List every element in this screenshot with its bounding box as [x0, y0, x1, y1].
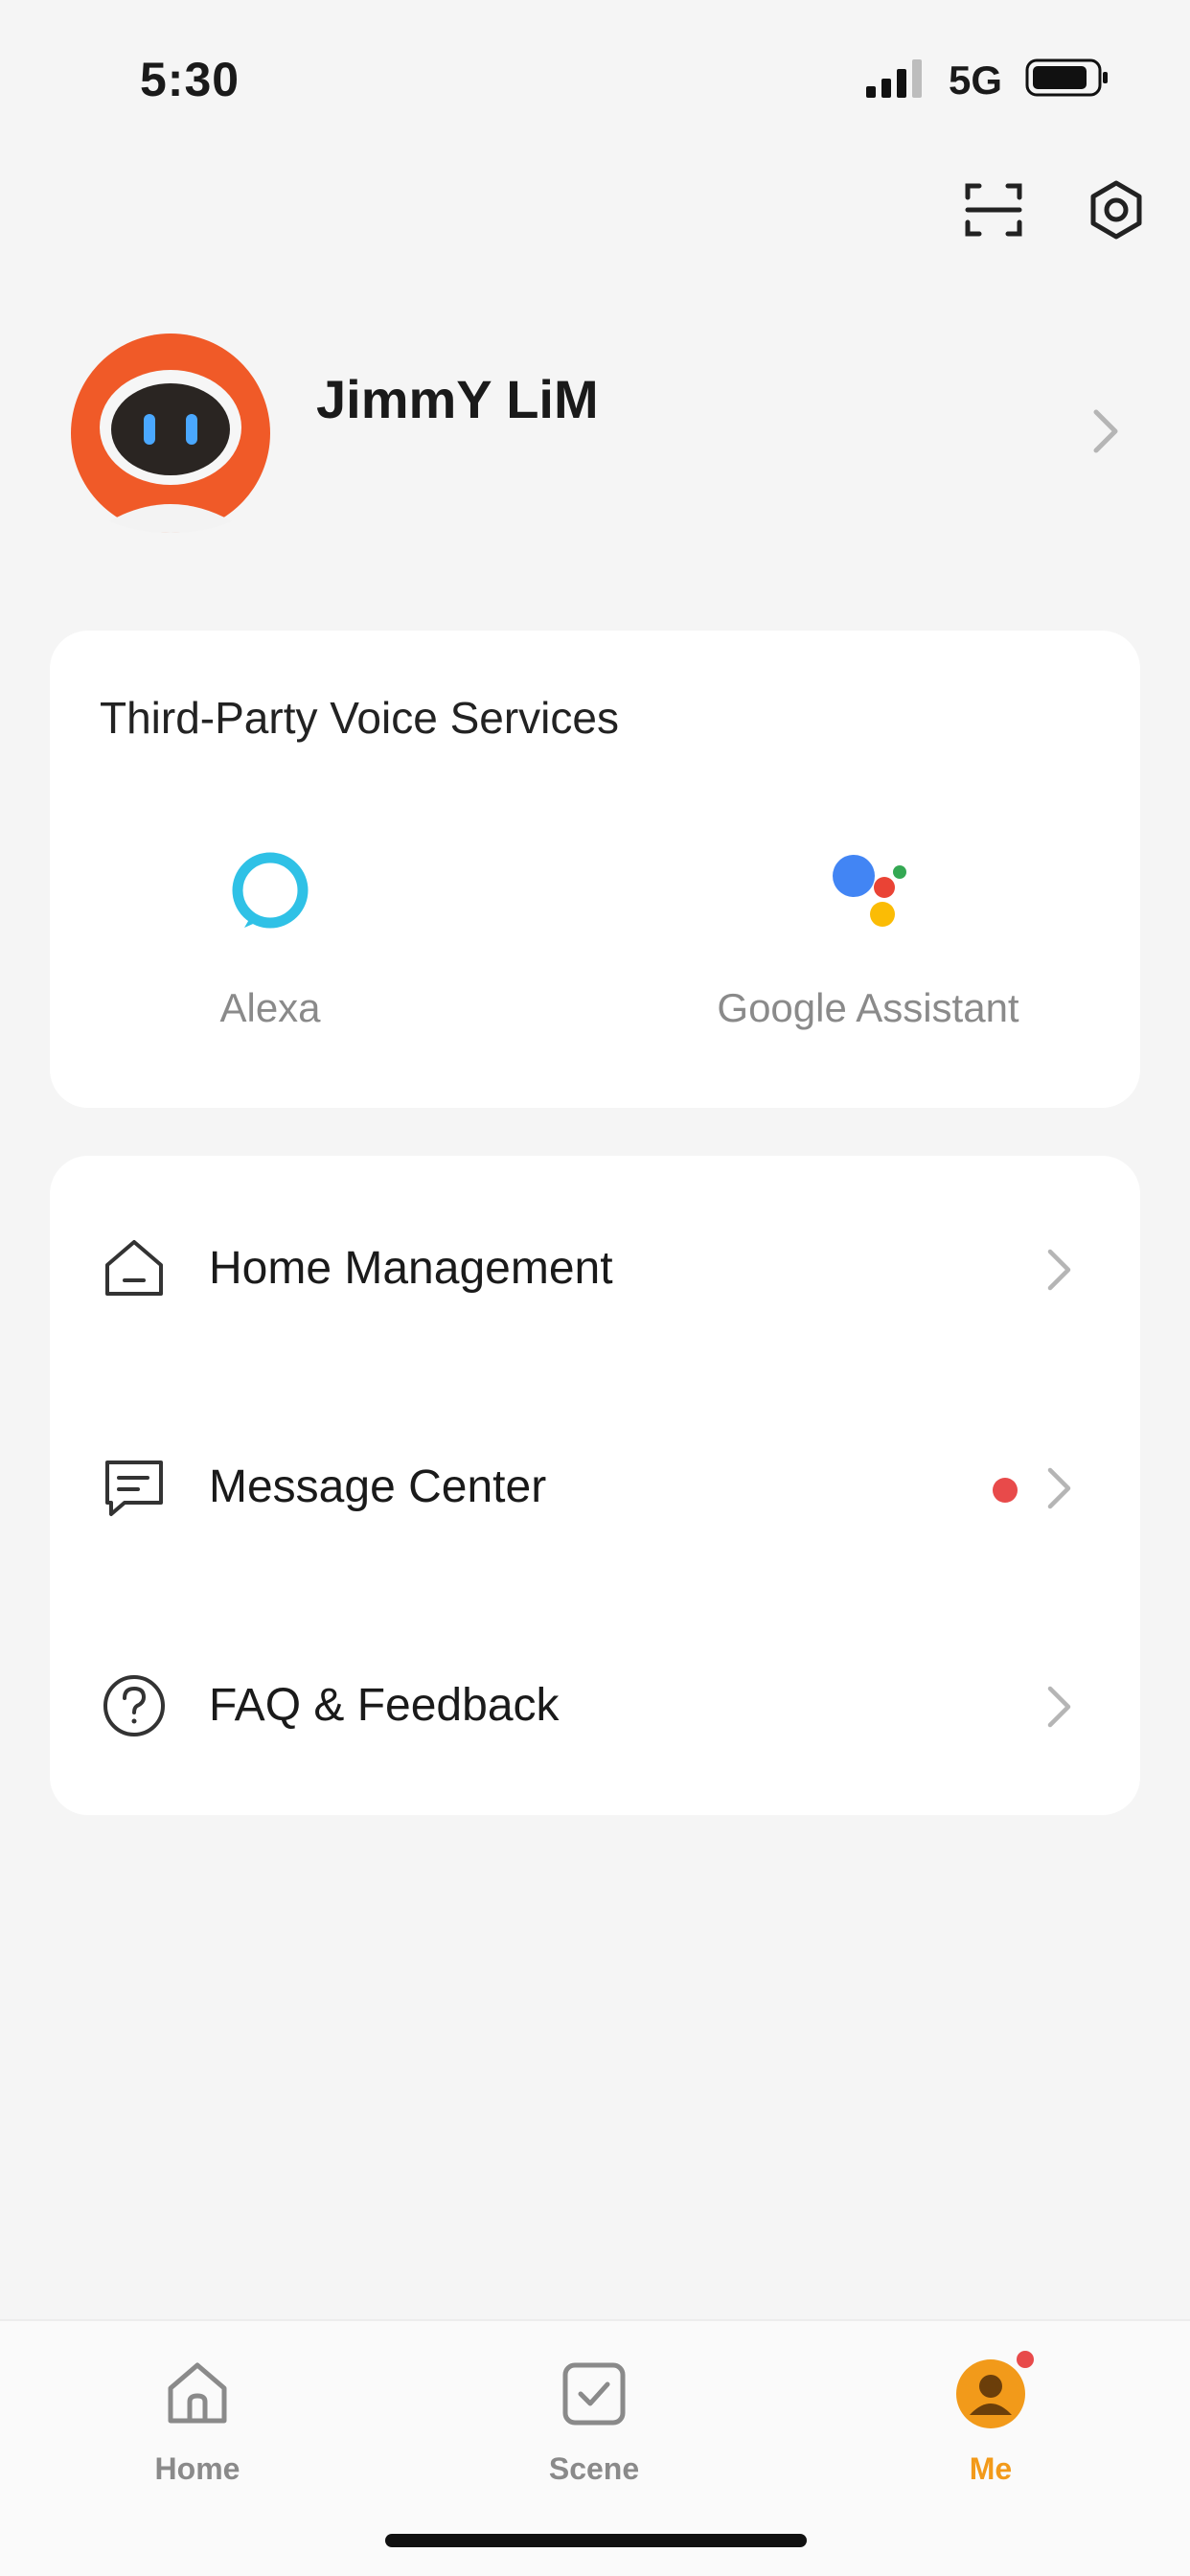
signal-icon	[866, 59, 922, 98]
home-icon	[105, 1240, 163, 1296]
voice-services-card: Third-Party Voice Services Alexa Google …	[50, 631, 1140, 1108]
me-screen: 5:30 5G JimmY LiM Third-Party Voice Serv…	[0, 0, 1190, 2576]
tab-me[interactable]: Me	[895, 2348, 1087, 2487]
notification-badge	[1014, 2348, 1037, 2371]
robot-avatar[interactable]	[71, 334, 270, 533]
menu-item-label: Home Management	[209, 1243, 613, 1294]
home-tab-icon	[168, 2362, 227, 2424]
scan-icon[interactable]	[958, 174, 1029, 245]
google-assistant-label: Google Assistant	[717, 985, 1019, 1030]
tab-label: Me	[969, 2451, 1013, 2486]
tab-label: Home	[154, 2451, 240, 2486]
chevron-right-icon[interactable]	[1087, 406, 1125, 456]
tab-scene[interactable]: Scene	[498, 2356, 690, 2487]
google-assistant-service[interactable]: Google Assistant	[667, 847, 1069, 1031]
menu-item-label: FAQ & Feedback	[209, 1680, 560, 1731]
google-assistant-icon	[833, 855, 906, 927]
question-icon	[103, 1675, 165, 1736]
tab-home[interactable]: Home	[102, 2356, 293, 2487]
alexa-icon	[232, 852, 309, 929]
chevron-right-icon	[1047, 1686, 1071, 1728]
menu-item-message-center[interactable]: Message Center	[50, 1374, 1140, 1593]
voice-services-title: Third-Party Voice Services	[100, 693, 619, 743]
chevron-right-icon	[1047, 1467, 1071, 1509]
menu-item-label: Message Center	[209, 1461, 547, 1512]
scene-tab-icon	[562, 2362, 626, 2426]
status-time: 5:30	[140, 53, 240, 106]
alexa-label: Alexa	[219, 985, 321, 1030]
battery-icon	[1025, 58, 1108, 97]
unread-dot	[993, 1478, 1018, 1503]
tab-label: Scene	[548, 2451, 640, 2486]
alexa-service[interactable]: Alexa	[170, 847, 371, 1031]
home-indicator	[385, 2534, 807, 2547]
profile-name[interactable]: JimmY LiM	[316, 368, 599, 430]
chevron-right-icon	[1047, 1249, 1071, 1291]
menu-card: Home Management Message Center FAQ & Fee…	[50, 1156, 1140, 1815]
settings-icon[interactable]	[1081, 174, 1152, 245]
menu-item-faq-feedback[interactable]: FAQ & Feedback	[50, 1593, 1140, 1811]
network-type: 5G	[949, 58, 1003, 103]
message-icon	[105, 1460, 163, 1516]
menu-item-home-management[interactable]: Home Management	[50, 1156, 1140, 1374]
